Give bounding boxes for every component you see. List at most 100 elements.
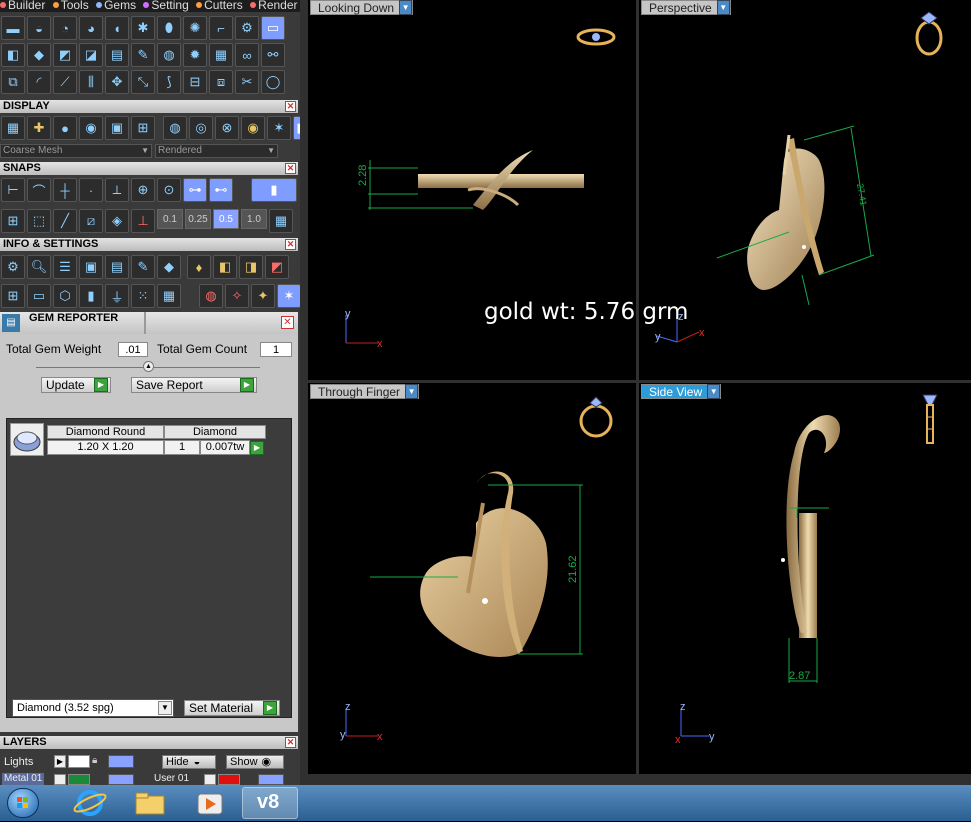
save-report-button[interactable]: Save Report ▶ — [131, 377, 257, 393]
deform-icon[interactable]: ⟆ — [157, 70, 181, 94]
snap-intersection-icon[interactable]: ┼ — [53, 178, 77, 202]
v8-app-taskbar-button[interactable]: v8 — [242, 787, 298, 819]
viewport-perspective[interactable]: Perspective ▼ 27.41 z x y — [639, 0, 971, 380]
play-arrow-icon[interactable] — [204, 774, 216, 785]
mirror-icon[interactable]: ⫼ — [79, 70, 103, 94]
menu-tools[interactable]: Tools — [52, 0, 89, 12]
snap-endpoint-icon[interactable]: ⊢ — [1, 178, 25, 202]
lock-icon[interactable]: 🔒︎ — [92, 755, 106, 768]
shaded-sphere-icon[interactable]: ● — [53, 116, 77, 140]
link-icon[interactable]: ⚯ — [261, 43, 285, 67]
layer-color-swatch[interactable] — [68, 774, 90, 785]
close-icon[interactable]: ✕ — [285, 101, 296, 112]
array-icon[interactable]: ✺ — [183, 16, 207, 40]
snap-curve-icon[interactable]: ⌒ — [27, 178, 51, 202]
cube-icon[interactable]: ◆ — [157, 255, 181, 279]
file-explorer-icon[interactable] — [122, 787, 178, 819]
show-button[interactable]: Show ◉ — [226, 755, 284, 769]
viewport-side-view[interactable]: Side View ▼ 2.87 z x y — [639, 383, 971, 774]
internet-explorer-icon[interactable] — [62, 787, 118, 819]
start-orb-icon[interactable] — [7, 788, 39, 818]
menu-builder[interactable]: Builder — [0, 0, 45, 12]
notes-icon[interactable]: ✎ — [131, 255, 155, 279]
settings-gear-icon[interactable]: ⚙ — [1, 255, 25, 279]
snap-tangent-icon[interactable]: ⊷ — [209, 178, 233, 202]
snap-value-0-25[interactable]: 0.25 — [185, 209, 211, 229]
glossy-sphere-icon[interactable]: ◉ — [79, 116, 103, 140]
extrude-icon[interactable]: ▬ — [1, 16, 25, 40]
info-settings-section-header[interactable]: INFO & SETTINGS ✕ — [0, 238, 298, 251]
shank-icon[interactable]: ◖ — [105, 16, 129, 40]
chrome-sphere-icon[interactable]: ◎ — [189, 116, 213, 140]
text-icon[interactable]: ▤ — [105, 43, 129, 67]
document-icon[interactable]: ▤ — [105, 255, 129, 279]
snap-toggle-icon[interactable]: ▮ — [251, 178, 297, 202]
snap-box-icon[interactable]: ⬚ — [27, 209, 51, 233]
snap-circle-icon[interactable]: ⊙ — [157, 178, 181, 202]
snap-perpendicular-icon[interactable]: ⊥ — [131, 209, 155, 233]
snap-point-icon[interactable]: · — [79, 178, 103, 202]
hide-button[interactable]: Hide ◒ — [162, 755, 216, 769]
bezel-icon[interactable]: ◔ — [53, 16, 77, 40]
layer-color-swatch[interactable] — [68, 755, 90, 768]
monitor-icon[interactable]: ▭ — [27, 284, 51, 308]
pipe-icon[interactable]: ⬮ — [157, 16, 181, 40]
wireframe-icon[interactable]: ▦ — [1, 116, 25, 140]
mesh-quality-select[interactable]: Coarse Mesh ▼ — [0, 144, 152, 158]
metal-sphere-icon[interactable]: ◍ — [163, 116, 187, 140]
layers-gold-icon[interactable]: ♦ — [187, 255, 211, 279]
menu-gems[interactable]: Gems — [96, 0, 136, 12]
scale-icon[interactable]: ⤡ — [131, 70, 155, 94]
arc-icon[interactable]: ◜ — [27, 70, 51, 94]
silver-sphere-icon[interactable]: ⊗ — [215, 116, 239, 140]
display-section-header[interactable]: DISPLAY ✕ — [0, 100, 298, 113]
wire-cube-icon[interactable]: ⬡ — [53, 284, 77, 308]
snap-value-1-0[interactable]: 1.0 — [241, 209, 267, 229]
layer-color-swatch[interactable] — [218, 774, 240, 785]
snap-diagonal-icon[interactable]: ⧄ — [79, 209, 103, 233]
layer-row-lights[interactable]: Lights — [4, 754, 33, 770]
gold-sphere-icon[interactable]: ◉ — [241, 116, 265, 140]
play-arrow-icon[interactable]: ▶ — [54, 755, 66, 768]
media-player-icon[interactable] — [182, 787, 238, 819]
update-button[interactable]: Update ▶ — [41, 377, 111, 393]
prong-icon[interactable]: ⌐ — [209, 16, 233, 40]
blue-box-icon[interactable]: ▮ — [79, 284, 103, 308]
offset-icon[interactable]: ⟋ — [53, 70, 77, 94]
ring-wizard-icon[interactable]: ◒ — [27, 16, 51, 40]
snap-value-0-5[interactable]: 0.5 — [213, 209, 239, 229]
gem-row-select-icon[interactable]: ▶ — [250, 441, 264, 455]
snap-center-icon[interactable]: ⊕ — [131, 178, 155, 202]
snap-grid-settings-icon[interactable]: ▦ — [269, 209, 293, 233]
group-icon[interactable]: ⊟ — [183, 70, 207, 94]
gem-icon[interactable]: ◆ — [27, 43, 51, 67]
material-icon[interactable]: ◍ — [199, 284, 223, 308]
panel-toggle-icon[interactable]: ▭ — [261, 16, 285, 40]
select-gems-icon[interactable]: ✧ — [225, 284, 249, 308]
snap-grid-icon[interactable]: ⊞ — [1, 209, 25, 233]
layers-view-icon[interactable]: ⊞ — [131, 116, 155, 140]
filter-icon[interactable]: ⏚ — [105, 284, 129, 308]
close-icon[interactable]: ✕ — [285, 737, 296, 748]
surface-icon[interactable]: ◩ — [53, 43, 77, 67]
layer-row-metal[interactable]: Metal 01 — [2, 773, 45, 785]
gear-shape-icon[interactable]: ⚙ — [235, 16, 259, 40]
viewport-through-finger[interactable]: Through Finger ▼ 21.62 z y x — [308, 383, 636, 774]
close-icon[interactable]: ✕ — [285, 239, 296, 250]
bail-icon[interactable]: ◍ — [157, 43, 181, 67]
scatter-icon[interactable]: ⁙ — [131, 284, 155, 308]
snap-vertex-icon[interactable]: ⟂ — [105, 178, 129, 202]
band-icon[interactable]: ◧ — [1, 43, 25, 67]
database-icon[interactable]: ☰ — [53, 255, 77, 279]
pave-icon[interactable]: ✱ — [131, 16, 155, 40]
gem-report-icon[interactable]: ◨ — [239, 255, 263, 279]
box-icon[interactable]: ▣ — [79, 255, 103, 279]
properties-icon[interactable]: ▦ — [157, 284, 181, 308]
cluster-icon[interactable]: ✹ — [183, 43, 207, 67]
wand-icon[interactable]: ✦ — [251, 284, 275, 308]
diamond-sphere-icon[interactable]: ✶ — [267, 116, 291, 140]
menu-setting[interactable]: Setting — [143, 0, 189, 12]
sweep-icon[interactable]: ◪ — [79, 43, 103, 67]
magnifier-icon[interactable]: 🔍︎ — [27, 255, 51, 279]
curve-icon[interactable]: ✎ — [131, 43, 155, 67]
